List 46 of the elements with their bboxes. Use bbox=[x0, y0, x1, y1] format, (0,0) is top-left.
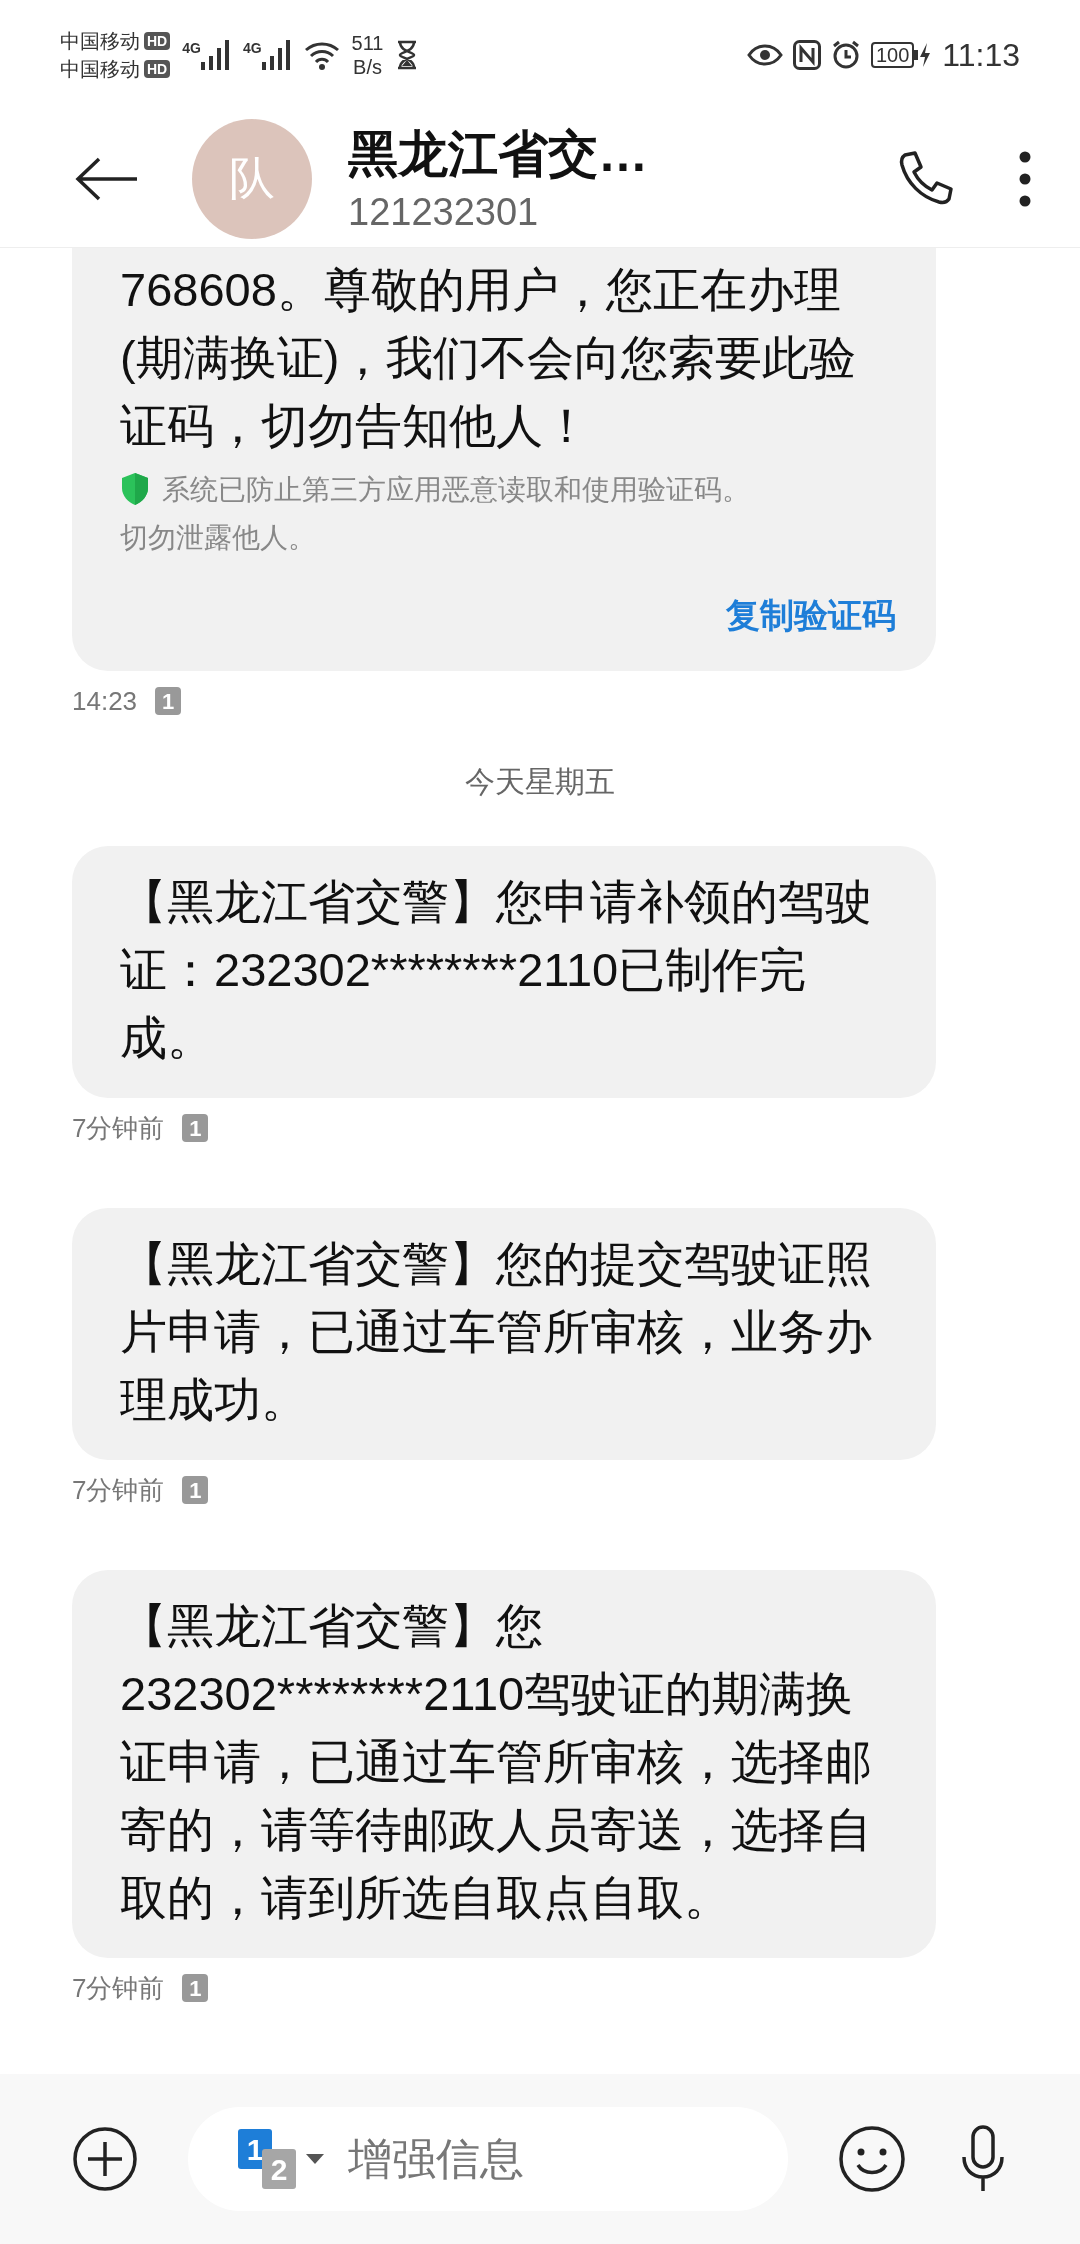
copy-code-button[interactable]: 复制验证码 bbox=[726, 590, 896, 641]
clock-time: 11:13 bbox=[942, 36, 1020, 75]
microphone-icon bbox=[961, 2125, 1005, 2193]
contact-name: 黑龙江省交… bbox=[348, 124, 648, 184]
alarm-icon bbox=[830, 40, 861, 70]
message-text: 【黑龙江省交警】您申请补领的驾驶证：232302********2110已制作完成。 bbox=[120, 874, 873, 1066]
back-icon bbox=[75, 156, 139, 201]
network-label: 4G bbox=[242, 39, 262, 58]
sim-badge: 1 bbox=[155, 687, 182, 715]
signal-icon bbox=[261, 38, 292, 72]
hd-badge: HD bbox=[144, 60, 171, 78]
message-time: 7分钟前 bbox=[72, 1971, 165, 2005]
wifi-icon bbox=[303, 40, 340, 70]
eye-icon bbox=[746, 42, 783, 68]
message-text: 【黑龙江省交警】您的提交驾驶证照片申请，已通过车管所审核，业务办理成功。 bbox=[120, 1236, 873, 1428]
add-button[interactable] bbox=[72, 2126, 138, 2192]
contact-avatar: 队 bbox=[192, 118, 312, 239]
sim-badge: 1 bbox=[182, 1114, 209, 1142]
message-time: 7分钟前 bbox=[72, 1111, 165, 1145]
network-label: 4G bbox=[182, 39, 201, 58]
message-input[interactable]: 1 2 增强信息 bbox=[188, 2107, 788, 2211]
shield-icon bbox=[120, 472, 150, 506]
sim-badge: 1 bbox=[182, 1476, 209, 1504]
signal-icon bbox=[200, 38, 231, 72]
message-text: 768608。尊敬的用户，您正在办理(期满换证)，我们不会向您索要此验证码，切勿告知他人！ bbox=[120, 262, 858, 454]
message-time: 14:23 bbox=[72, 684, 138, 718]
more-icon bbox=[1019, 150, 1031, 207]
sim-badge: 1 bbox=[182, 1974, 209, 2002]
carrier-name: 中国移动 bbox=[60, 57, 140, 82]
message-time: 7分钟前 bbox=[72, 1473, 165, 1507]
speed-value: 511 bbox=[351, 31, 384, 55]
security-notice: 系统已防止第三方应用恶意读取和使用验证码。 bbox=[162, 473, 750, 507]
carrier-name: 中国移动 bbox=[60, 29, 140, 54]
hd-badge: HD bbox=[144, 32, 171, 50]
security-notice: 切勿泄露他人。 bbox=[120, 521, 317, 555]
date-separator: 今天星期五 bbox=[465, 764, 615, 800]
smiley-icon bbox=[838, 2125, 906, 2193]
nfc-icon bbox=[792, 40, 821, 70]
message-text: 【黑龙江省交警】您232302********2110驾驶证的期满换证申请，已通过车管所审核，选择邮寄的，请等待邮政人员寄送，选择自取的，请到所选自取点自取。 bbox=[120, 1598, 873, 1926]
hourglass-icon bbox=[395, 40, 418, 70]
phone-number: 121232301 bbox=[348, 189, 540, 235]
add-icon bbox=[72, 2126, 138, 2192]
speed-unit: B/s bbox=[353, 55, 382, 79]
emoji-button[interactable] bbox=[838, 2125, 906, 2193]
caret-icon bbox=[306, 2154, 324, 2164]
message-field[interactable]: 增强信息 bbox=[348, 2126, 648, 2192]
